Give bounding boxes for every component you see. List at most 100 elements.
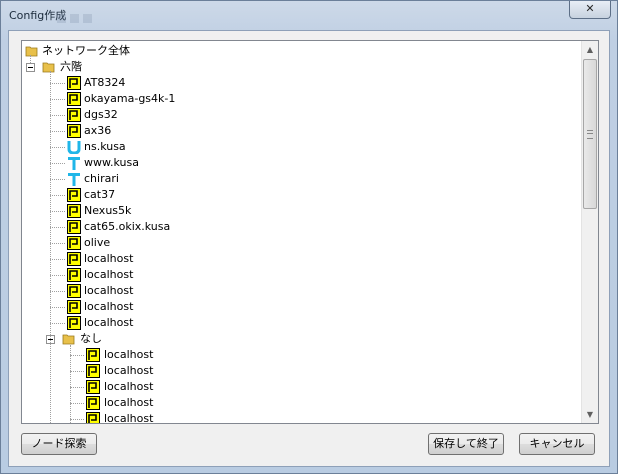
tree-node-label: chirari — [84, 172, 119, 185]
tree-node-label: cat65.okix.kusa — [84, 220, 171, 233]
tree-node-device[interactable]: localhost — [22, 363, 322, 379]
tree-connector-line — [50, 115, 65, 116]
tree-node-device[interactable]: localhost — [22, 315, 322, 331]
unix-t-icon — [68, 173, 80, 186]
router-flag-icon — [67, 252, 81, 266]
tree-node-device[interactable]: localhost — [22, 411, 322, 424]
tree-connector-line — [50, 163, 65, 164]
vertical-scrollbar[interactable]: ▲ ▼ — [581, 41, 598, 423]
tree-node-group[interactable]: 六階 — [22, 59, 322, 75]
folder-icon — [62, 334, 75, 345]
router-flag-icon — [67, 92, 81, 106]
tree-node-label: AT8324 — [84, 76, 126, 89]
network-tree-view[interactable]: ネットワーク全体 六階 AT8324 okayama-gs4k-1 dgs32 ax3… — [21, 40, 599, 424]
tree-connector-line — [50, 147, 65, 148]
tree-node-device[interactable]: localhost — [22, 347, 322, 363]
tree-node-device[interactable]: AT8324 — [22, 75, 322, 91]
tree-node-label: localhost — [104, 364, 154, 377]
tree-node-label: www.kusa — [84, 156, 139, 169]
tree-connector-line — [50, 291, 65, 292]
router-flag-icon — [67, 284, 81, 298]
router-flag-icon — [67, 316, 81, 330]
router-flag-icon — [67, 300, 81, 314]
tree-node-subgroup[interactable]: なし — [22, 331, 322, 347]
tree-node-device[interactable]: okayama-gs4k-1 — [22, 91, 322, 107]
tree-node-device[interactable]: localhost — [22, 267, 322, 283]
tree-node-device[interactable]: localhost — [22, 283, 322, 299]
router-flag-icon — [67, 188, 81, 202]
tree-connector-line — [70, 371, 84, 372]
tree-node-device[interactable]: cat65.okix.kusa — [22, 219, 322, 235]
folder-icon — [42, 62, 55, 73]
router-flag-icon — [86, 380, 100, 394]
tree-connector-line — [70, 387, 84, 388]
router-flag-icon — [67, 76, 81, 90]
close-button[interactable]: ✕ — [569, 1, 611, 19]
cancel-button[interactable]: キャンセル — [519, 433, 595, 455]
dialog-client-area: ネットワーク全体 六階 AT8324 okayama-gs4k-1 dgs32 ax3… — [8, 30, 610, 467]
tree-node-device[interactable]: olive — [22, 235, 322, 251]
tree-node-device[interactable]: ax36 — [22, 123, 322, 139]
tree-node-device[interactable]: www.kusa — [22, 155, 322, 171]
tree-node-label: localhost — [84, 284, 134, 297]
tree-connector-line — [50, 131, 65, 132]
tree-node-device[interactable]: ns.kusa — [22, 139, 322, 155]
scroll-up-arrow-icon[interactable]: ▲ — [582, 41, 598, 58]
tree-connector-line — [50, 195, 65, 196]
unix-u-icon — [67, 141, 81, 154]
tree-node-label: なし — [80, 332, 102, 345]
tree-node-device[interactable]: cat37 — [22, 187, 322, 203]
tree-node-label: localhost — [104, 412, 154, 424]
tree-connector-line — [50, 307, 65, 308]
tree-connector-line — [50, 179, 65, 180]
tree-content: ネットワーク全体 六階 AT8324 okayama-gs4k-1 dgs32 ax3… — [22, 41, 583, 423]
collapse-toggle-icon[interactable] — [26, 63, 35, 72]
folder-icon — [25, 46, 38, 57]
node-search-button[interactable]: ノード探索 — [21, 433, 97, 455]
tree-node-device[interactable]: dgs32 — [22, 107, 322, 123]
router-flag-icon — [86, 348, 100, 362]
router-flag-icon — [67, 108, 81, 122]
tree-connector-line — [70, 419, 84, 420]
tree-connector-line — [50, 227, 65, 228]
config-window: Config作成 ✕ ネットワーク全体 六階 AT8324 okayama-gs… — [0, 0, 618, 474]
unix-t-icon — [68, 157, 80, 170]
router-flag-icon — [86, 412, 100, 423]
tree-connector-line — [50, 323, 65, 324]
tree-node-device[interactable]: localhost — [22, 379, 322, 395]
router-flag-icon — [67, 124, 81, 138]
tree-node-label: 六階 — [60, 60, 82, 73]
tree-node-device[interactable]: localhost — [22, 251, 322, 267]
tree-node-device[interactable]: localhost — [22, 395, 322, 411]
router-flag-icon — [67, 204, 81, 218]
tree-node-label: localhost — [104, 348, 154, 361]
tree-node-device[interactable]: chirari — [22, 171, 322, 187]
tree-connector-line — [70, 355, 84, 356]
tree-connector-line — [50, 71, 51, 423]
tree-node-device[interactable]: localhost — [22, 299, 322, 315]
tree-connector-line — [30, 55, 31, 63]
tree-node-label: localhost — [84, 316, 134, 329]
scrollbar-thumb[interactable] — [583, 59, 597, 209]
router-flag-icon — [67, 236, 81, 250]
tree-node-label: Nexus5k — [84, 204, 132, 217]
tree-connector-line — [50, 211, 65, 212]
tree-node-root[interactable]: ネットワーク全体 — [22, 43, 322, 59]
tree-node-label: dgs32 — [84, 108, 118, 121]
tree-node-label: localhost — [104, 396, 154, 409]
tree-node-device[interactable]: Nexus5k — [22, 203, 322, 219]
scroll-down-arrow-icon[interactable]: ▼ — [582, 406, 598, 423]
tree-node-label: localhost — [84, 300, 134, 313]
tree-connector-line — [50, 275, 65, 276]
tree-connector-line — [50, 99, 65, 100]
tree-connector-line — [50, 83, 65, 84]
tree-node-label: ax36 — [84, 124, 112, 137]
save-and-exit-button[interactable]: 保存して終了 — [428, 433, 504, 455]
router-flag-icon — [67, 268, 81, 282]
tree-node-label: cat37 — [84, 188, 116, 201]
router-flag-icon — [86, 396, 100, 410]
title-bar[interactable]: Config作成 ✕ — [1, 1, 617, 31]
tree-node-label: ネットワーク全体 — [42, 44, 130, 57]
tree-node-label: okayama-gs4k-1 — [84, 92, 176, 105]
tree-node-label: localhost — [84, 268, 134, 281]
